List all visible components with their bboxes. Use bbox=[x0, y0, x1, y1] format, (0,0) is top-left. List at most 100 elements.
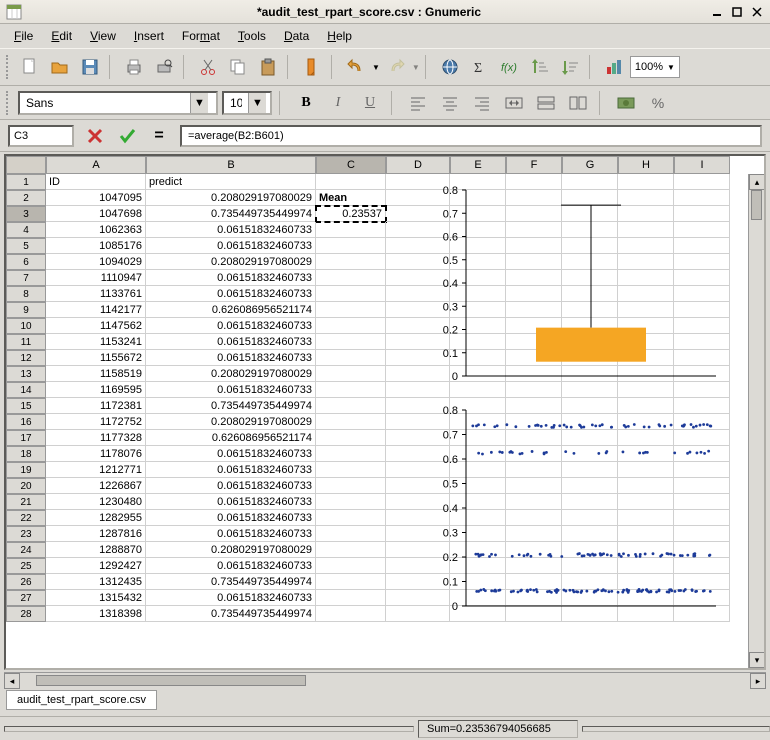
col-header[interactable]: F bbox=[506, 156, 562, 174]
dropdown-icon[interactable]: ▼ bbox=[372, 63, 380, 72]
cell[interactable]: 1287816 bbox=[46, 526, 146, 542]
cell[interactable]: 1153241 bbox=[46, 334, 146, 350]
cell[interactable] bbox=[316, 350, 386, 366]
cell[interactable] bbox=[316, 558, 386, 574]
cell[interactable]: 0.06151832460733 bbox=[146, 446, 316, 462]
cell[interactable]: 0.06151832460733 bbox=[146, 222, 316, 238]
formula-input[interactable]: =average(B2:B601) bbox=[180, 125, 762, 147]
cell[interactable] bbox=[316, 606, 386, 622]
cell[interactable]: 0.735449735449974 bbox=[146, 206, 316, 222]
cell[interactable]: 1315432 bbox=[46, 590, 146, 606]
cell[interactable]: 0.208029197080029 bbox=[146, 366, 316, 382]
row-header[interactable]: 1 bbox=[6, 174, 46, 190]
cell[interactable] bbox=[316, 334, 386, 350]
menu-tools[interactable]: Tools bbox=[230, 26, 274, 46]
cell[interactable]: 1142177 bbox=[46, 302, 146, 318]
align-left-icon[interactable] bbox=[404, 89, 432, 117]
print-icon[interactable] bbox=[120, 53, 148, 81]
cell[interactable]: 0.06151832460733 bbox=[146, 350, 316, 366]
spreadsheet-grid[interactable]: ABCDEFGHI1IDpredict210470950.20802919708… bbox=[4, 154, 766, 670]
cell[interactable]: 0.626086956521174 bbox=[146, 302, 316, 318]
row-header[interactable]: 17 bbox=[6, 430, 46, 446]
copy-icon[interactable] bbox=[224, 53, 252, 81]
cell[interactable]: 0.06151832460733 bbox=[146, 478, 316, 494]
currency-icon[interactable] bbox=[612, 89, 640, 117]
cell[interactable]: 0.626086956521174 bbox=[146, 430, 316, 446]
percent-icon[interactable]: % bbox=[644, 89, 672, 117]
cell[interactable]: 0.735449735449974 bbox=[146, 574, 316, 590]
chevron-down-icon[interactable]: ▼ bbox=[667, 63, 675, 72]
cell[interactable]: 1169595 bbox=[46, 382, 146, 398]
cell[interactable]: 0.208029197080029 bbox=[146, 414, 316, 430]
select-all-corner[interactable] bbox=[6, 156, 46, 174]
cell[interactable] bbox=[316, 414, 386, 430]
cell[interactable]: predict bbox=[146, 174, 316, 190]
print-preview-icon[interactable] bbox=[150, 53, 178, 81]
cell[interactable] bbox=[316, 462, 386, 478]
col-header[interactable]: I bbox=[674, 156, 730, 174]
undo-icon[interactable] bbox=[342, 53, 370, 81]
cell[interactable]: 0.06151832460733 bbox=[146, 590, 316, 606]
row-header[interactable]: 27 bbox=[6, 590, 46, 606]
col-header[interactable]: H bbox=[618, 156, 674, 174]
cell[interactable]: 1158519 bbox=[46, 366, 146, 382]
cell[interactable]: 1292427 bbox=[46, 558, 146, 574]
row-header[interactable]: 15 bbox=[6, 398, 46, 414]
row-header[interactable]: 7 bbox=[6, 270, 46, 286]
accept-formula-icon[interactable] bbox=[116, 125, 138, 147]
italic-button[interactable]: I bbox=[324, 89, 352, 117]
cell[interactable] bbox=[316, 478, 386, 494]
cell[interactable] bbox=[316, 494, 386, 510]
cell[interactable] bbox=[316, 270, 386, 286]
cell[interactable]: 1230480 bbox=[46, 494, 146, 510]
menu-file[interactable]: File bbox=[6, 26, 41, 46]
cell[interactable]: 0.06151832460733 bbox=[146, 270, 316, 286]
row-header[interactable]: 9 bbox=[6, 302, 46, 318]
sort-desc-icon[interactable] bbox=[556, 53, 584, 81]
cell[interactable] bbox=[316, 222, 386, 238]
align-right-icon[interactable] bbox=[468, 89, 496, 117]
cell[interactable]: 0.06151832460733 bbox=[146, 318, 316, 334]
cell[interactable] bbox=[316, 254, 386, 270]
row-header[interactable]: 3 bbox=[6, 206, 46, 222]
cell[interactable]: 0.06151832460733 bbox=[146, 526, 316, 542]
cell[interactable]: 1226867 bbox=[46, 478, 146, 494]
open-icon[interactable] bbox=[46, 53, 74, 81]
cell[interactable]: 0.735449735449974 bbox=[146, 606, 316, 622]
maximize-button[interactable] bbox=[730, 5, 744, 19]
cell[interactable]: 0.06151832460733 bbox=[146, 558, 316, 574]
cell[interactable]: 0.23537 bbox=[316, 206, 386, 222]
cell[interactable]: 1133761 bbox=[46, 286, 146, 302]
cell[interactable] bbox=[316, 430, 386, 446]
cell[interactable]: 1177328 bbox=[46, 430, 146, 446]
row-header[interactable]: 26 bbox=[6, 574, 46, 590]
row-header[interactable]: 6 bbox=[6, 254, 46, 270]
font-size-input[interactable] bbox=[224, 93, 248, 113]
cell[interactable]: 1047095 bbox=[46, 190, 146, 206]
new-icon[interactable] bbox=[16, 53, 44, 81]
col-header[interactable]: C bbox=[316, 156, 386, 174]
cell[interactable] bbox=[316, 510, 386, 526]
row-header[interactable]: 23 bbox=[6, 526, 46, 542]
col-header[interactable]: B bbox=[146, 156, 316, 174]
col-header[interactable]: D bbox=[386, 156, 450, 174]
row-header[interactable]: 13 bbox=[6, 366, 46, 382]
cell[interactable] bbox=[316, 526, 386, 542]
minimize-button[interactable] bbox=[710, 5, 724, 19]
cell[interactable]: ID bbox=[46, 174, 146, 190]
cell[interactable]: 0.208029197080029 bbox=[146, 190, 316, 206]
scrollbar-thumb[interactable] bbox=[36, 675, 306, 686]
cell[interactable] bbox=[316, 286, 386, 302]
cell[interactable]: 1147562 bbox=[46, 318, 146, 334]
font-name-combo[interactable]: ▼ bbox=[18, 91, 218, 115]
cell[interactable]: 0.06151832460733 bbox=[146, 238, 316, 254]
cell[interactable]: 1288870 bbox=[46, 542, 146, 558]
paste-icon[interactable] bbox=[254, 53, 282, 81]
cell[interactable]: 1178076 bbox=[46, 446, 146, 462]
cell[interactable]: 0.06151832460733 bbox=[146, 510, 316, 526]
underline-button[interactable]: U bbox=[356, 89, 384, 117]
col-header[interactable]: E bbox=[450, 156, 506, 174]
row-header[interactable]: 22 bbox=[6, 510, 46, 526]
cell[interactable]: 1085176 bbox=[46, 238, 146, 254]
chart-overlay[interactable]: 00.10.20.30.40.50.60.70.8 00.10.20.30.40… bbox=[426, 180, 746, 620]
